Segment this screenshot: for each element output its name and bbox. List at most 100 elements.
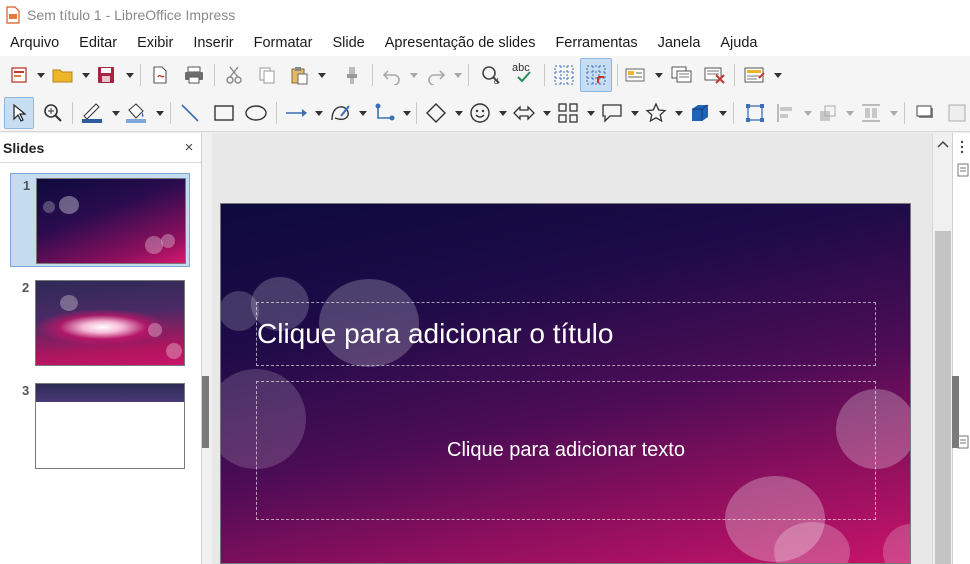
symbol-shapes-dropdown-icon[interactable] bbox=[499, 111, 507, 116]
distribute-dropdown-icon[interactable] bbox=[890, 111, 898, 116]
menu-formatar[interactable]: Formatar bbox=[244, 30, 323, 56]
separator bbox=[468, 64, 469, 86]
menu-editar[interactable]: Editar bbox=[69, 30, 127, 56]
display-grid-icon[interactable] bbox=[551, 60, 577, 90]
zoom-pan-icon[interactable] bbox=[40, 98, 66, 128]
paste-dropdown-icon[interactable] bbox=[318, 73, 326, 78]
scrollbar-thumb[interactable] bbox=[935, 231, 951, 564]
slides-panel-header: Slides × bbox=[0, 133, 201, 163]
crop-image-icon[interactable] bbox=[944, 98, 970, 128]
separator bbox=[416, 102, 417, 124]
callout-icon[interactable] bbox=[598, 98, 626, 128]
impress-app-icon bbox=[6, 6, 20, 24]
content-placeholder-text: Clique para adicionar texto bbox=[447, 439, 685, 461]
standard-toolbar: d abc bbox=[0, 56, 970, 94]
menu-ferramentas[interactable]: Ferramentas bbox=[545, 30, 647, 56]
snap-to-grid-icon[interactable] bbox=[580, 58, 612, 92]
menu-apresentacao[interactable]: Apresentação de slides bbox=[375, 30, 546, 56]
close-panel-icon[interactable]: × bbox=[181, 139, 197, 156]
3d-objects-dropdown-icon[interactable] bbox=[719, 111, 727, 116]
export-pdf-icon[interactable] bbox=[148, 60, 172, 90]
line-color-dropdown-icon[interactable] bbox=[112, 111, 120, 116]
save-dropdown-icon[interactable] bbox=[126, 73, 134, 78]
open-dropdown-icon[interactable] bbox=[82, 73, 90, 78]
flowchart-icon[interactable] bbox=[554, 98, 582, 128]
symbol-shapes-icon[interactable] bbox=[466, 98, 494, 128]
new-dropdown-icon[interactable] bbox=[37, 73, 45, 78]
rotate-icon[interactable] bbox=[741, 98, 769, 128]
slide-thumbnail-3[interactable]: 3 bbox=[10, 379, 190, 473]
rectangle-icon[interactable] bbox=[210, 98, 238, 128]
menu-ajuda[interactable]: Ajuda bbox=[710, 30, 767, 56]
find-replace-icon[interactable]: d bbox=[478, 60, 504, 90]
flowchart-dropdown-icon[interactable] bbox=[587, 111, 595, 116]
block-arrows-dropdown-icon[interactable] bbox=[543, 111, 551, 116]
right-panel-collapse-handle[interactable] bbox=[952, 376, 959, 448]
svg-text:d: d bbox=[494, 77, 498, 86]
duplicate-slide-icon[interactable] bbox=[668, 60, 696, 90]
separator bbox=[617, 64, 618, 86]
separator bbox=[733, 102, 734, 124]
arrow-dropdown-icon[interactable] bbox=[315, 111, 323, 116]
slide-thumbnail-2[interactable]: 2 bbox=[10, 276, 190, 370]
vertical-scrollbar[interactable] bbox=[932, 133, 952, 564]
title-placeholder[interactable]: Clique para adicionar o título bbox=[256, 302, 876, 366]
save-icon[interactable] bbox=[94, 60, 118, 90]
copy-icon[interactable] bbox=[255, 60, 279, 90]
arrange-dropdown-icon[interactable] bbox=[846, 111, 854, 116]
properties-panel-icon[interactable] bbox=[957, 163, 969, 177]
menu-janela[interactable]: Janela bbox=[648, 30, 711, 56]
callout-dropdown-icon[interactable] bbox=[631, 111, 639, 116]
menu-arquivo[interactable]: Arquivo bbox=[0, 30, 69, 56]
shadow-icon[interactable] bbox=[912, 98, 938, 128]
align-dropdown-icon[interactable] bbox=[804, 111, 812, 116]
fill-color-dropdown-icon[interactable] bbox=[156, 111, 164, 116]
menu-slide[interactable]: Slide bbox=[322, 30, 374, 56]
menu-exibir[interactable]: Exibir bbox=[127, 30, 183, 56]
redo-dropdown-icon[interactable] bbox=[454, 73, 462, 78]
slide-layout-icon[interactable] bbox=[741, 60, 769, 90]
select-arrow-icon[interactable] bbox=[4, 97, 34, 129]
paste-icon[interactable] bbox=[287, 60, 311, 90]
basic-shapes-dropdown-icon[interactable] bbox=[455, 111, 463, 116]
bokeh-circle bbox=[883, 524, 910, 563]
stars-icon[interactable] bbox=[642, 98, 670, 128]
ellipse-icon[interactable] bbox=[242, 98, 270, 128]
block-arrows-icon[interactable] bbox=[510, 98, 538, 128]
line-icon[interactable] bbox=[176, 98, 204, 128]
content-placeholder[interactable]: Clique para adicionar texto bbox=[256, 381, 876, 520]
connector-dropdown-icon[interactable] bbox=[403, 111, 411, 116]
title-bar: Sem título 1 - LibreOffice Impress bbox=[0, 0, 970, 30]
stars-dropdown-icon[interactable] bbox=[675, 111, 683, 116]
align-objects-icon[interactable] bbox=[773, 98, 799, 128]
text-box-dropdown-icon[interactable] bbox=[655, 73, 663, 78]
undo-icon[interactable] bbox=[380, 60, 404, 90]
spelling-icon[interactable]: abc bbox=[509, 58, 537, 88]
insert-text-box-icon[interactable] bbox=[622, 60, 648, 90]
scroll-up-icon[interactable] bbox=[937, 139, 949, 149]
connector-icon[interactable] bbox=[370, 98, 400, 128]
undo-dropdown-icon[interactable] bbox=[410, 73, 418, 78]
new-document-icon[interactable] bbox=[8, 60, 30, 90]
line-color-icon[interactable] bbox=[78, 98, 106, 128]
print-icon[interactable] bbox=[181, 60, 207, 90]
basic-shapes-icon[interactable] bbox=[422, 98, 450, 128]
3d-objects-icon[interactable] bbox=[686, 98, 714, 128]
curve-icon[interactable] bbox=[326, 98, 356, 128]
clone-formatting-icon[interactable] bbox=[340, 60, 364, 90]
sidebar-menu-icon[interactable] bbox=[957, 139, 967, 157]
menu-inserir[interactable]: Inserir bbox=[183, 30, 243, 56]
slide-thumbnail-1[interactable]: 1 bbox=[10, 173, 190, 267]
redo-icon[interactable] bbox=[424, 60, 448, 90]
cut-icon[interactable] bbox=[222, 60, 246, 90]
layout-dropdown-icon[interactable] bbox=[774, 73, 782, 78]
open-folder-icon[interactable] bbox=[50, 60, 76, 90]
line-arrow-icon[interactable] bbox=[282, 98, 312, 128]
left-panel-collapse-handle[interactable] bbox=[202, 376, 209, 448]
arrange-icon[interactable] bbox=[815, 98, 841, 128]
delete-slide-icon[interactable] bbox=[701, 60, 729, 90]
fill-color-icon[interactable] bbox=[122, 98, 150, 128]
slide-canvas[interactable]: Clique para adicionar o título Clique pa… bbox=[220, 203, 911, 564]
distribute-icon[interactable] bbox=[858, 98, 884, 128]
curve-dropdown-icon[interactable] bbox=[359, 111, 367, 116]
